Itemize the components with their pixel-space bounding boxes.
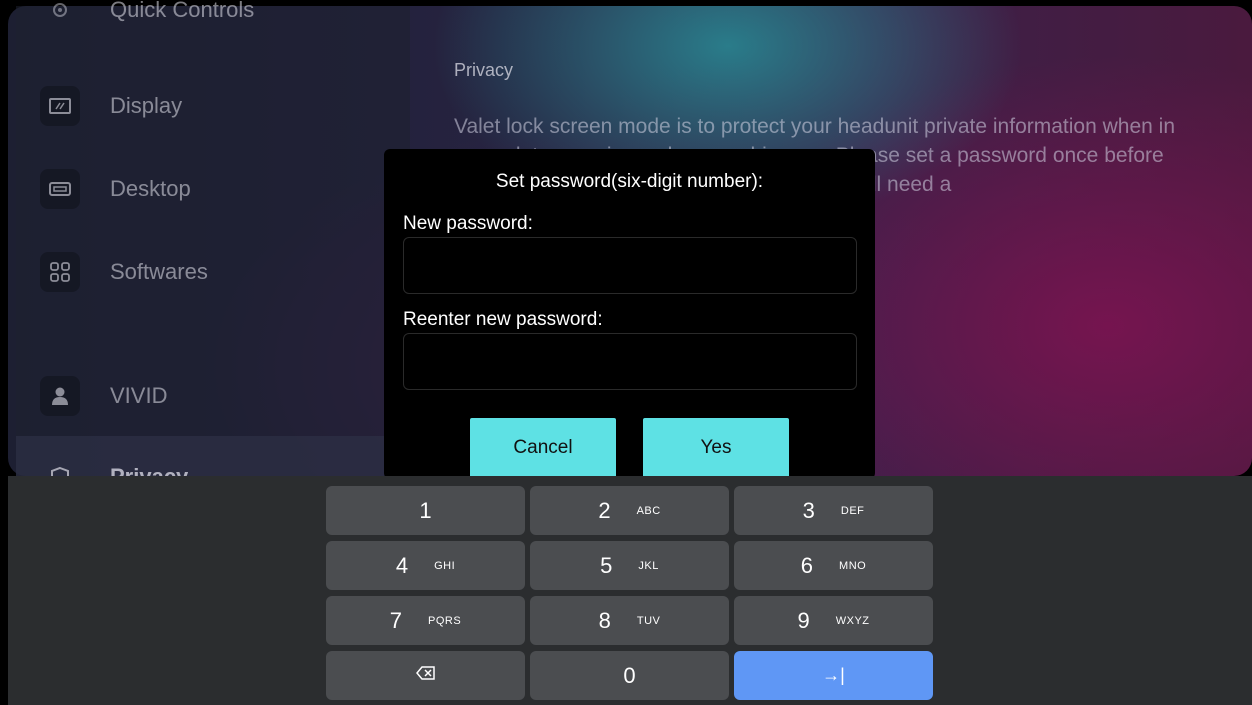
content-title: Privacy [454, 60, 514, 80]
key-digit: 3 [802, 497, 815, 523]
sidebar-item-vivid[interactable]: VIVID [40, 376, 167, 416]
key-0[interactable]: 0 [530, 651, 729, 700]
key-2[interactable]: 2 ABC [530, 486, 729, 535]
desktop-icon [40, 169, 80, 209]
sidebar-item-label: VIVID [110, 383, 168, 408]
sidebar-item-label: Display [110, 93, 183, 118]
dialog-title: Set password(six-digit number): [495, 171, 764, 192]
key-9[interactable]: 9 WXYZ [734, 596, 933, 645]
key-letters: ABC [636, 504, 661, 517]
key-letters: GHI [434, 559, 456, 572]
key-letters: JKL [638, 559, 659, 572]
key-1[interactable]: 1 [326, 486, 525, 535]
key-digit: 8 [598, 607, 611, 633]
display-icon [40, 86, 80, 126]
key-letters: DEF [840, 504, 865, 517]
key-4[interactable]: 4 GHI [326, 541, 525, 590]
sidebar-item-softwares[interactable]: Softwares [40, 252, 208, 292]
key-letters: MNO [839, 559, 867, 572]
sidebar-item-quick-controls[interactable]: Quick Controls [40, 0, 254, 36]
new-password-label: New password: [403, 213, 533, 234]
settings-screen: Quick Controls Display Desktop Softwares… [0, 0, 1252, 705]
key-digit: 6 [800, 552, 814, 578]
sidebar-item-label: Privacy [110, 464, 188, 476]
tab-next-icon: →| [822, 665, 845, 685]
sidebar-item-desktop[interactable]: Desktop [40, 169, 191, 209]
yes-button[interactable]: Yes [643, 418, 789, 478]
key-letters: PQRS [428, 614, 462, 627]
person-icon [40, 376, 80, 416]
backspace-icon [415, 665, 436, 686]
key-letters: TUV [636, 614, 661, 627]
gear-icon [40, 0, 80, 30]
key-next[interactable]: →| [734, 651, 933, 700]
key-3[interactable]: 3 DEF [734, 486, 933, 535]
key-digit: 4 [395, 552, 409, 578]
key-letters: WXYZ [835, 614, 870, 627]
reenter-password-label: Reenter new password: [403, 309, 603, 330]
key-digit: 9 [797, 607, 810, 633]
sidebar-item-privacy[interactable]: Privacy [40, 456, 188, 476]
sidebar-item-display[interactable]: Display [40, 86, 182, 126]
sidebar-item-label: Desktop [110, 176, 191, 201]
key-digit: 2 [598, 497, 611, 523]
key-8[interactable]: 8 TUV [530, 596, 729, 645]
set-password-dialog: Set password(six-digit number): New pass… [384, 149, 875, 479]
new-password-input[interactable] [403, 237, 857, 294]
key-digit: 7 [389, 607, 403, 633]
reenter-password-input[interactable] [403, 333, 857, 390]
sidebar-item-label: Quick Controls [110, 0, 255, 22]
cancel-button[interactable]: Cancel [470, 418, 616, 478]
shield-icon [40, 458, 80, 476]
key-backspace[interactable] [326, 651, 525, 700]
key-digit: 0 [623, 662, 636, 688]
key-7[interactable]: 7 PQRS [326, 596, 525, 645]
sidebar-item-label: Softwares [110, 259, 208, 284]
key-digit: 5 [600, 552, 613, 578]
key-5[interactable]: 5 JKL [530, 541, 729, 590]
key-6[interactable]: 6 MNO [734, 541, 933, 590]
key-digit: 1 [419, 497, 432, 523]
apps-grid-icon [40, 252, 80, 292]
